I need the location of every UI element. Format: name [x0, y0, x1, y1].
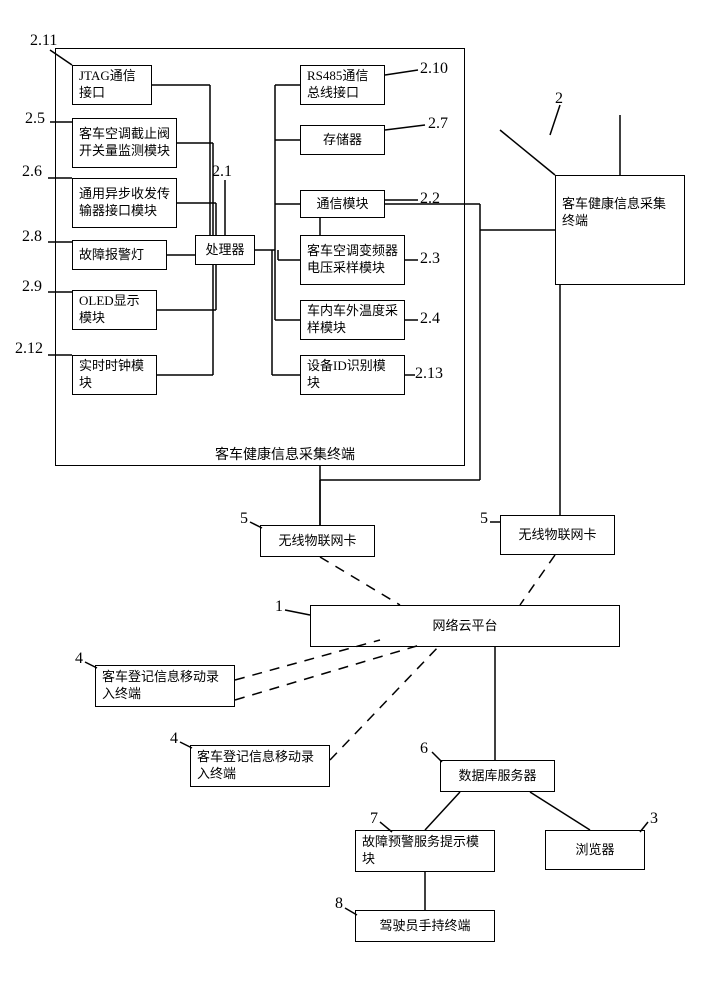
label-6: 6	[420, 740, 428, 758]
node-label: 故障预警服务提示模块	[362, 834, 488, 868]
node-processor: 处理器	[195, 235, 255, 265]
node-iot-card-a: 无线物联网卡	[260, 525, 375, 557]
node-inverter-voltage: 客车空调变频器电压采样模块	[300, 235, 405, 285]
node-label: 客车登记信息移动录入终端	[197, 749, 323, 783]
node-label: 实时时钟模块	[79, 358, 150, 392]
node-label: 数据库服务器	[458, 768, 536, 785]
label-2-8: 2.8	[22, 228, 42, 246]
node-db-server: 数据库服务器	[440, 760, 555, 792]
node-label: 无线物联网卡	[518, 527, 596, 544]
node-valve-monitor: 客车空调截止阀开关量监测模块	[72, 118, 177, 168]
node-label: 驾驶员手持终端	[379, 918, 470, 935]
node-jtag: JTAG通信接口	[72, 65, 152, 105]
node-comm-module: 通信模块	[300, 190, 385, 218]
node-cloud-platform: 网络云平台	[310, 605, 620, 647]
node-label: 车内车外温度采样模块	[307, 303, 398, 337]
label-4b: 4	[170, 730, 178, 748]
node-label: 网络云平台	[432, 618, 497, 635]
label-2-5: 2.5	[25, 110, 45, 128]
label-3: 3	[650, 810, 658, 828]
node-label: 无线物联网卡	[278, 533, 356, 550]
terminal-detail-caption: 客车健康信息采集终端	[215, 444, 355, 464]
node-label: 客车空调截止阀开关量监测模块	[79, 126, 170, 160]
label-2: 2	[555, 90, 563, 108]
label-2-3: 2.3	[420, 250, 440, 268]
label-5a: 5	[240, 510, 248, 528]
node-alarm-led: 故障报警灯	[72, 240, 167, 270]
label-1: 1	[275, 598, 283, 616]
node-label: 浏览器	[575, 842, 614, 859]
node-label: 客车登记信息移动录入终端	[102, 669, 228, 703]
node-label: 客车空调变频器电压采样模块	[307, 243, 398, 277]
node-rs485: RS485通信总线接口	[300, 65, 385, 105]
node-device-id: 设备ID识别模块	[300, 355, 405, 395]
label-2-4: 2.4	[420, 310, 440, 328]
node-rtc: 实时时钟模块	[72, 355, 157, 395]
node-reg-terminal-b: 客车登记信息移动录入终端	[190, 745, 330, 787]
label-2-7: 2.7	[428, 115, 448, 133]
label-7: 7	[370, 810, 378, 828]
node-uart: 通用异步收发传输器接口模块	[72, 178, 177, 228]
node-temperature: 车内车外温度采样模块	[300, 300, 405, 340]
node-label: RS485通信总线接口	[307, 68, 378, 102]
label-2-11: 2.11	[30, 32, 57, 50]
node-alarm-service: 故障预警服务提示模块	[355, 830, 495, 872]
node-iot-card-b: 无线物联网卡	[500, 515, 615, 555]
label-2-9: 2.9	[22, 278, 42, 296]
node-label: 处理器	[205, 242, 244, 259]
label-2-2: 2.2	[420, 190, 440, 208]
node-label: JTAG通信接口	[79, 68, 145, 102]
node-label: 客车健康信息采集终端	[562, 196, 678, 230]
node-memory: 存储器	[300, 125, 385, 155]
label-8: 8	[335, 895, 343, 913]
label-2-10: 2.10	[420, 60, 448, 78]
label-2-13: 2.13	[415, 365, 443, 383]
label-4a: 4	[75, 650, 83, 668]
label-5b: 5	[480, 510, 488, 528]
label-2-6: 2.6	[22, 163, 42, 181]
node-driver-handheld: 驾驶员手持终端	[355, 910, 495, 942]
node-terminal-right: 客车健康信息采集终端	[555, 175, 685, 285]
node-label: 故障报警灯	[79, 247, 144, 264]
node-oled: OLED显示模块	[72, 290, 157, 330]
node-label: 存储器	[323, 132, 362, 149]
node-browser: 浏览器	[545, 830, 645, 870]
node-label: OLED显示模块	[79, 293, 150, 327]
label-2-12: 2.12	[15, 340, 43, 358]
node-label: 设备ID识别模块	[307, 358, 398, 392]
label-2-1: 2.1	[212, 163, 232, 181]
node-label: 通信模块	[316, 196, 368, 213]
node-reg-terminal-a: 客车登记信息移动录入终端	[95, 665, 235, 707]
node-label: 通用异步收发传输器接口模块	[79, 186, 170, 220]
